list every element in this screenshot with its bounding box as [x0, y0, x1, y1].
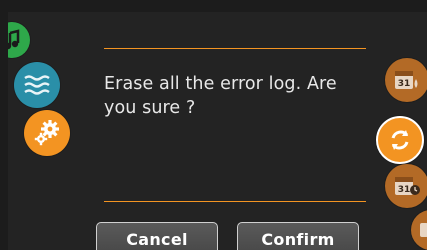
confirm-button[interactable]: Confirm	[237, 222, 359, 250]
settings-gears-icon[interactable]	[24, 110, 70, 156]
partial-icon[interactable]	[411, 210, 427, 250]
cancel-button[interactable]: Cancel	[96, 222, 218, 250]
refresh-cycle-icon[interactable]	[376, 116, 424, 164]
calendar-drop-icon[interactable]: 31	[385, 58, 427, 102]
screen: Erase all the error log. Are you sure ? …	[8, 12, 427, 250]
water-level-icon[interactable]	[14, 62, 60, 108]
calendar-clock-icon[interactable]: 31	[385, 164, 427, 208]
dialog-message: Erase all the error log. Are you sure ?	[104, 74, 337, 118]
bottom-divider	[104, 201, 366, 202]
top-divider	[104, 48, 366, 49]
calendar-day-label: 31	[398, 185, 411, 195]
partial-glyph	[420, 223, 427, 237]
calendar-day-label: 31	[398, 79, 411, 89]
music-icon[interactable]	[8, 22, 30, 58]
